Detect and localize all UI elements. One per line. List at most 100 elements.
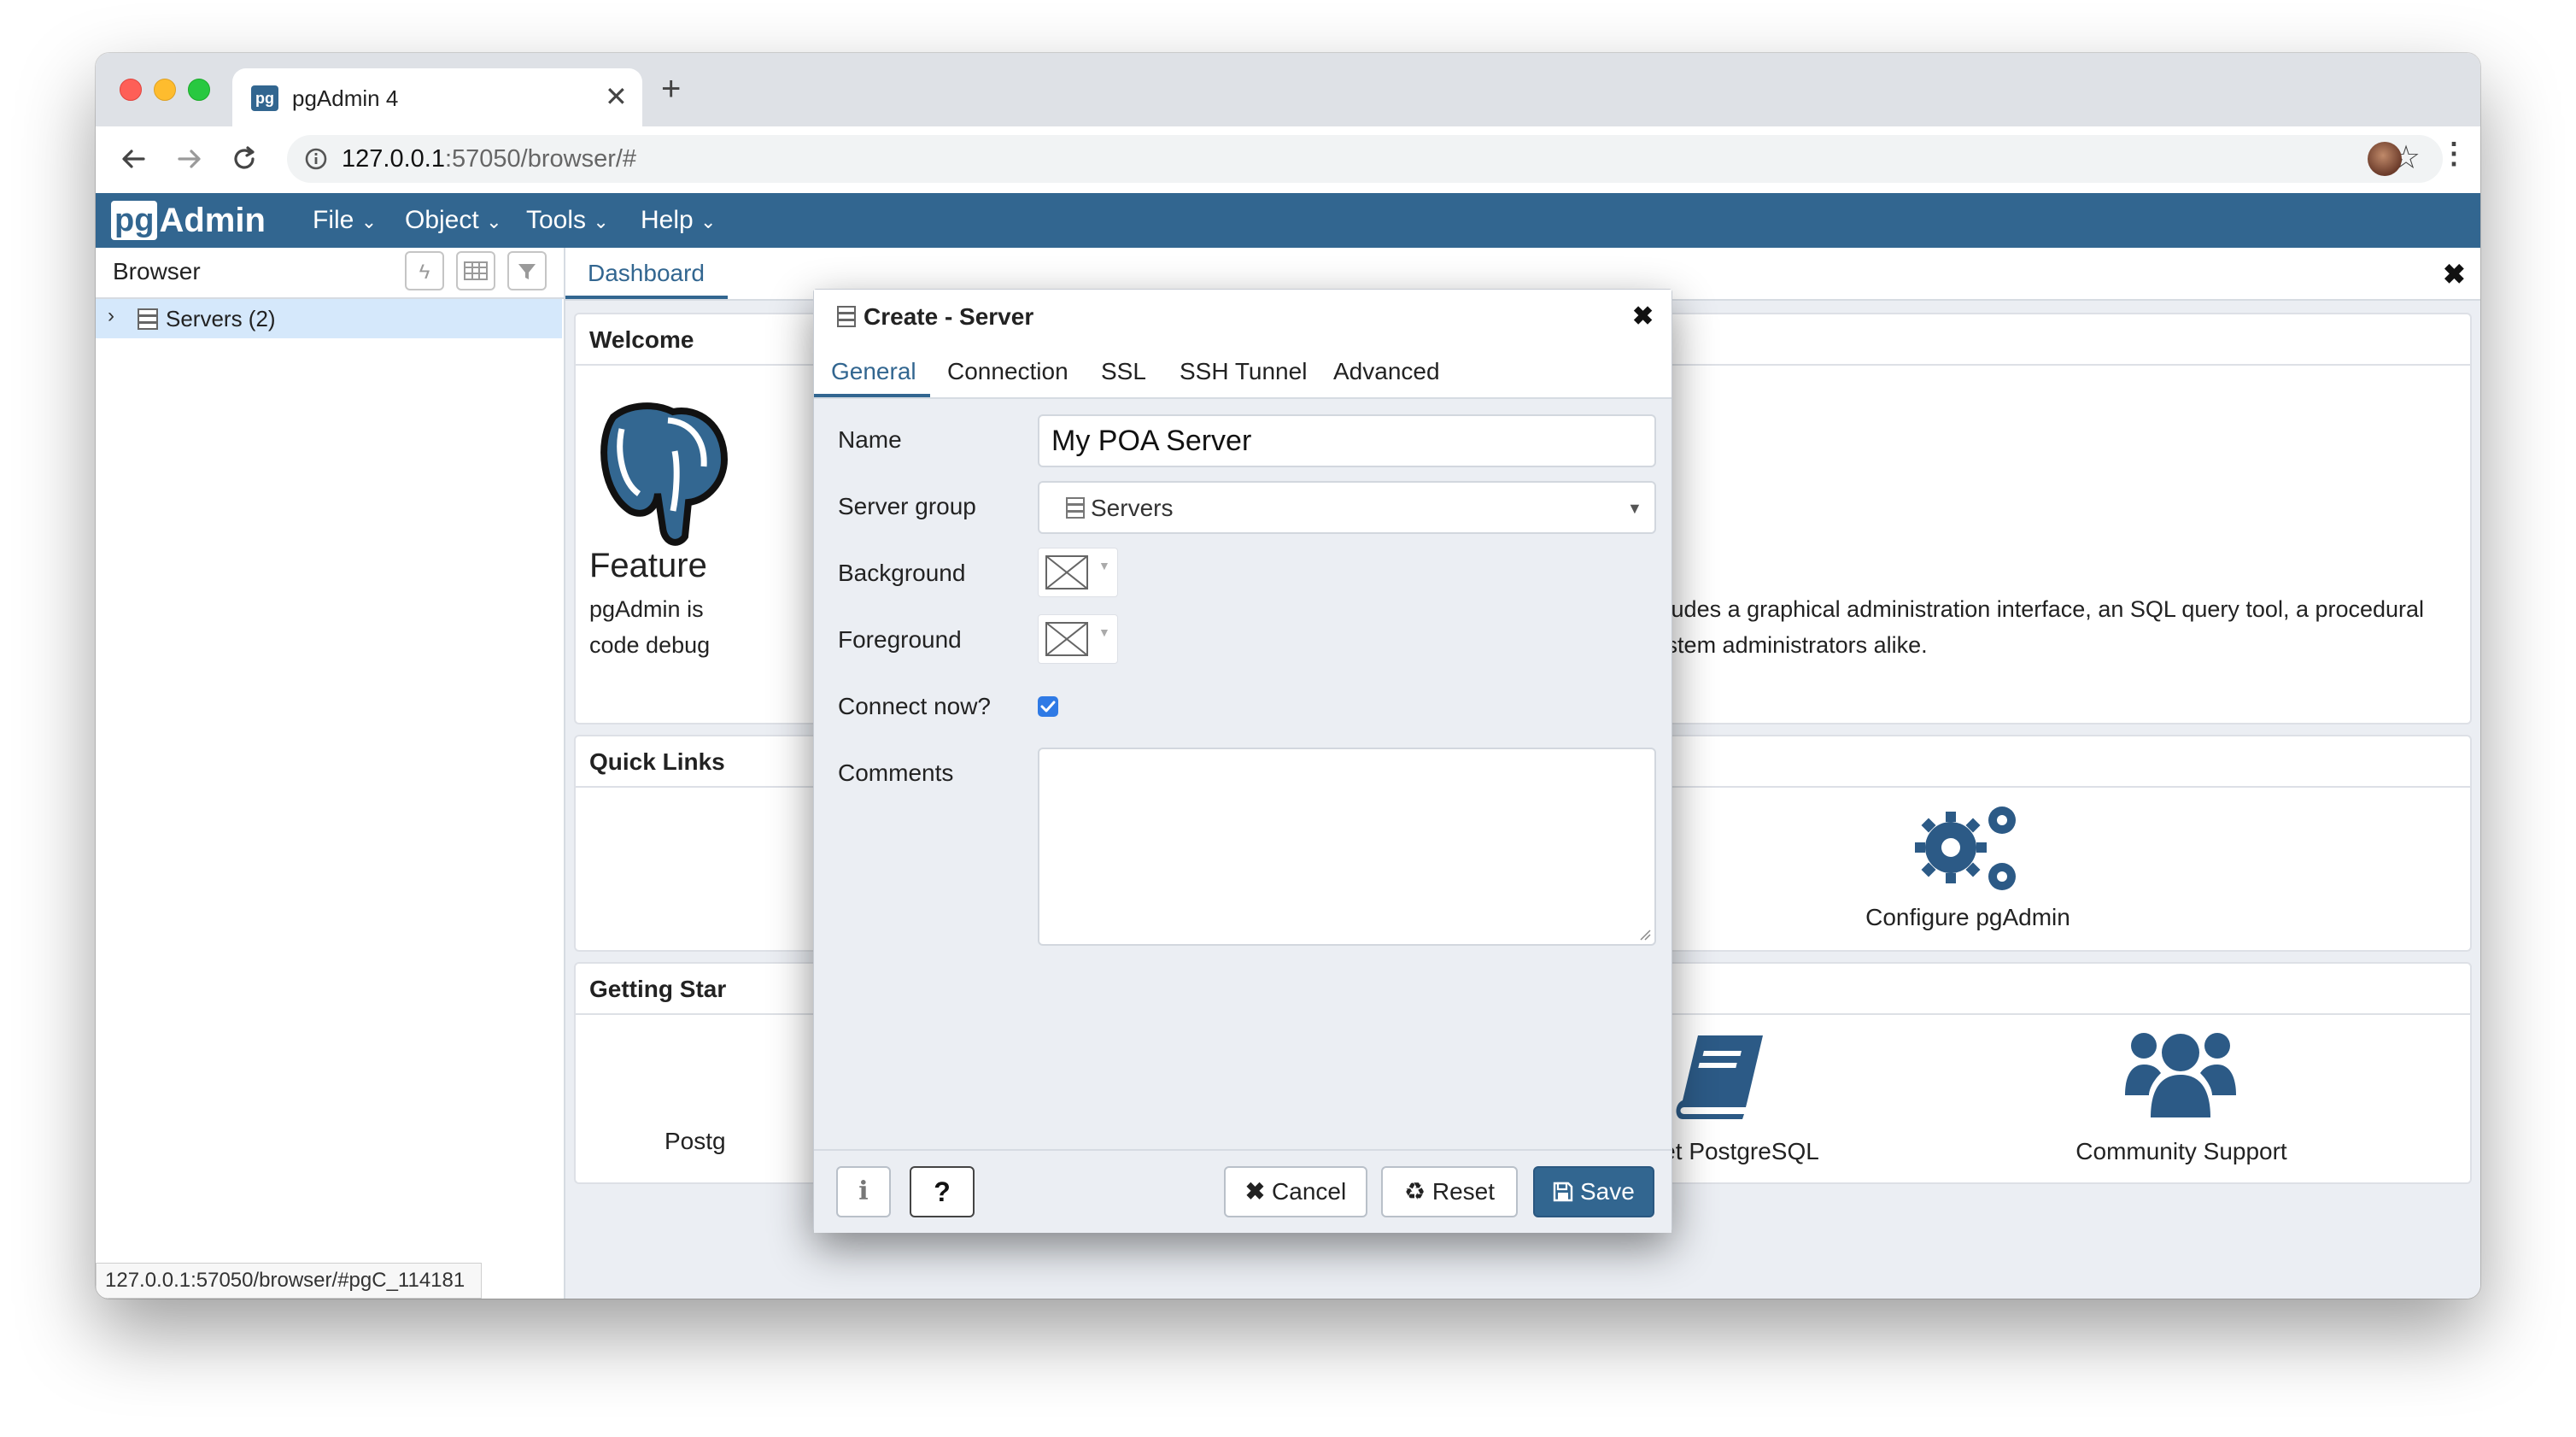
browser-tab[interactable]: pg pgAdmin 4 ✕ [232, 68, 642, 126]
profile-avatar[interactable] [2368, 142, 2402, 176]
table-icon [464, 261, 488, 280]
menu-file[interactable]: File ⌄ [313, 193, 377, 248]
recycle-icon: ♻ [1403, 1178, 1426, 1205]
close-tab-icon[interactable]: ✕ [605, 80, 628, 113]
tab-general-label: General [831, 358, 916, 384]
tab-ssl[interactable]: SSL [1101, 358, 1146, 385]
close-dialog-icon[interactable]: ✖ [1632, 302, 1654, 331]
description-right-line-1: se. It includes a graphical administrati… [1580, 596, 2425, 622]
getting-started-title: Getting Star [589, 976, 727, 1002]
foreground-color-picker[interactable]: ▼ [1038, 614, 1118, 664]
help-button[interactable]: ? [910, 1166, 975, 1217]
caret-down-icon: ▼ [1627, 500, 1642, 517]
resize-handle-icon[interactable] [1639, 929, 1651, 941]
query-tool-button[interactable]: ϟ [405, 251, 444, 290]
info-button[interactable]: i [836, 1166, 891, 1217]
comments-textarea[interactable] [1038, 748, 1656, 946]
tab-connection[interactable]: Connection [947, 358, 1068, 385]
dialog-tabs: General Connection SSL SSH Tunnel Advanc… [814, 343, 1671, 399]
address-bar[interactable]: 127.0.0.1:57050/browser/# ☆ [287, 135, 2443, 183]
name-label: Name [838, 426, 902, 453]
browser-toolbar: 127.0.0.1:57050/browser/# ☆ ⋮ [96, 126, 2480, 194]
book-icon [1676, 1035, 1763, 1119]
name-input[interactable]: My POA Server [1038, 414, 1656, 467]
quick-links-title: Quick Links [589, 748, 725, 775]
url-path: :57050/browser/# [444, 145, 637, 173]
no-color-icon [1045, 555, 1088, 589]
chevron-down-icon: ⌄ [593, 211, 609, 232]
view-data-button[interactable] [456, 251, 495, 290]
server-group-icon [138, 308, 158, 330]
tree-node-label: Servers (2) [166, 306, 276, 331]
gears-icon [1915, 806, 2016, 890]
site-info-icon[interactable] [304, 147, 328, 171]
connect-now-checkbox[interactable] [1038, 696, 1058, 717]
postgres-elephant-icon [600, 402, 729, 546]
pgadmin-navbar: pg Admin File ⌄ Object ⌄ Tools ⌄ Help ⌄ [96, 193, 2480, 248]
forward-arrow-icon[interactable] [174, 144, 205, 174]
browser-window: pg pgAdmin 4 ✕ + 127.0.0.1:57050/browser… [96, 53, 2480, 1299]
menu-object[interactable]: Object ⌄ [405, 193, 502, 248]
cancel-button[interactable]: ✖ Cancel [1224, 1166, 1367, 1217]
tab-title: pgAdmin 4 [292, 85, 399, 111]
configure-pgadmin-link[interactable]: Configure pgAdmin [1840, 789, 2096, 943]
server-group-value: Servers [1091, 495, 1174, 521]
logo-admin: Admin [159, 201, 266, 239]
tab-ssh-tunnel[interactable]: SSH Tunnel [1180, 358, 1307, 385]
tab-general[interactable]: General [814, 343, 930, 397]
menu-tools[interactable]: Tools ⌄ [526, 193, 609, 248]
community-support-link[interactable]: Community Support [2028, 1017, 2335, 1177]
users-icon [2125, 1033, 2236, 1117]
tree-node-servers[interactable]: › Servers (2) [96, 299, 562, 338]
tab-advanced[interactable]: Advanced [1333, 358, 1440, 385]
maximize-window-button[interactable] [188, 79, 210, 101]
url-host: 127.0.0.1 [342, 145, 445, 173]
welcome-title: Welcome [589, 326, 694, 353]
community-support-label: Community Support [2075, 1138, 2287, 1164]
dialog-title: Create - Server [864, 303, 1034, 330]
new-tab-button[interactable]: + [661, 70, 681, 109]
checkmark-icon [1040, 701, 1056, 713]
close-icon: ✖ [1244, 1178, 1266, 1205]
pgadmin-logo[interactable]: pg Admin [111, 200, 266, 241]
pgadmin-favicon-icon: pg [251, 85, 278, 111]
url-text: 127.0.0.1:57050/browser/# [342, 145, 636, 173]
connect-now-label: Connect now? [838, 693, 992, 719]
server-group-label: Server group [838, 493, 976, 519]
reset-button[interactable]: ♻ Reset [1381, 1166, 1518, 1217]
background-label: Background [838, 560, 966, 586]
filter-button[interactable] [507, 251, 547, 290]
status-bar-url: 127.0.0.1:57050/browser/#pgC_114181 [96, 1263, 482, 1299]
chevron-down-icon: ⌄ [360, 211, 378, 232]
filter-icon [518, 264, 536, 279]
chevron-right-icon[interactable]: › [108, 304, 114, 328]
caret-down-icon: ▼ [1098, 559, 1110, 572]
background-color-picker[interactable]: ▼ [1038, 548, 1118, 597]
floppy-disk-icon [1553, 1182, 1573, 1202]
lightning-icon: ϟ [419, 261, 430, 284]
minimize-window-button[interactable] [154, 79, 176, 101]
close-window-button[interactable] [120, 79, 142, 101]
save-button[interactable]: Save [1533, 1166, 1654, 1217]
postgres-docs-label[interactable]: Postg [664, 1128, 726, 1155]
no-color-icon [1045, 622, 1088, 656]
close-panel-icon[interactable]: ✖ [2443, 258, 2466, 290]
server-group-icon [1066, 497, 1085, 519]
description-left-line-2: code debug [589, 632, 711, 658]
menu-help[interactable]: Help ⌄ [641, 193, 716, 248]
chevron-down-icon: ⌄ [700, 211, 717, 232]
browser-panel-title: Browser [113, 258, 201, 284]
create-server-dialog: Create - Server ✖ General Connection SSL… [813, 289, 1672, 1233]
cancel-label: Cancel [1272, 1178, 1347, 1205]
server-group-select[interactable]: Servers ▼ [1038, 481, 1656, 534]
reload-icon[interactable] [229, 144, 260, 174]
foreground-label: Foreground [838, 626, 962, 653]
help-icon: ? [934, 1176, 951, 1207]
dialog-header[interactable]: Create - Server ✖ [814, 290, 1671, 343]
browser-menu-icon[interactable]: ⋮ [2439, 137, 2468, 171]
dialog-footer: i ? ✖ Cancel ♻ Reset Save [814, 1149, 1671, 1233]
feature-heading: Feature [589, 547, 707, 584]
tab-dashboard[interactable]: Dashboard [565, 249, 728, 299]
back-arrow-icon[interactable] [118, 144, 149, 174]
description-left-line-1: pgAdmin is [589, 596, 704, 622]
